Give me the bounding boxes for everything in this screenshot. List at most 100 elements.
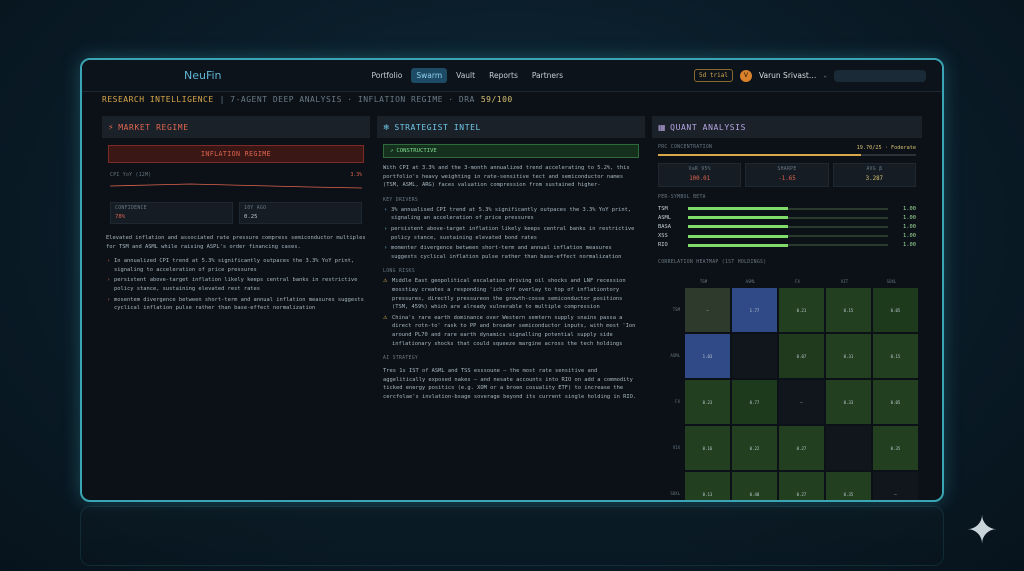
cpi-sparkline <box>110 183 362 189</box>
heatmap-cell[interactable]: 0.05 <box>872 287 919 333</box>
heatmap-cell[interactable]: 0.33 <box>825 379 872 425</box>
heatmap-cell[interactable]: 0.15 <box>872 333 919 379</box>
sparkle-icon: ✦ <box>966 508 998 552</box>
heatmap-row-header: VIX <box>672 445 680 450</box>
top-navbar: NeuFin Portfolio Swarm Vault Reports Par… <box>82 60 942 92</box>
beta-value: 1.00 <box>903 223 916 230</box>
heatmap-row-header: FX <box>675 399 680 404</box>
metric-value: -1.65 <box>778 176 796 182</box>
metric-label: AVG β <box>866 167 883 172</box>
heatmap-cell[interactable]: — <box>778 379 825 425</box>
strategist-header: ❄ STRATEGIST INTEL <box>377 116 645 138</box>
nav-links: Portfolio Swarm Vault Reports Partners <box>367 68 569 83</box>
heatmap-cell[interactable]: 0.35 <box>825 471 872 500</box>
heatmap-cell[interactable] <box>825 425 872 471</box>
strategist-intro: With CPI at 3.3% and the 3-month annuali… <box>383 165 630 189</box>
heatmap-cell[interactable] <box>731 333 778 379</box>
beta-track <box>688 207 888 211</box>
heatmap-cell[interactable]: 0.07 <box>778 333 825 379</box>
heatmap-col-header: FX <box>795 279 800 284</box>
nav-link-portfolio[interactable]: Portfolio <box>367 68 408 83</box>
beta-ticker: ASML <box>658 214 671 221</box>
heatmap-row-header: TSM <box>672 307 680 312</box>
nav-link-vault[interactable]: Vault <box>451 68 480 83</box>
risks-label: LONG RISKS <box>383 269 415 275</box>
beta-fill <box>688 225 788 229</box>
heatmap-cell[interactable]: 0.05 <box>872 379 919 425</box>
pfc-value: 19.70/25 · Foderate <box>856 145 916 151</box>
beta-ticker: RIO <box>658 242 668 249</box>
pfc-bar <box>658 154 916 156</box>
heatmap-cell[interactable]: 0.31 <box>825 333 872 379</box>
beta-value: 1.00 <box>903 205 916 212</box>
chevron-down-icon[interactable]: ⌄ <box>823 72 827 79</box>
market-summary: Elevated inflation and associated rate p… <box>106 235 366 250</box>
heatmap-cell[interactable]: 0.16 <box>684 425 731 471</box>
heatmap-cell[interactable]: — <box>684 287 731 333</box>
strategy-label: AI STRATEGY <box>383 356 419 362</box>
page-title-row: RESEARCH INTELLIGENCE | 7-AGENT DEEP ANA… <box>82 92 942 106</box>
list-item: China's rare earth dominance over Wester… <box>383 314 639 348</box>
beta-fill <box>688 234 788 238</box>
metric-value: 3.287 <box>865 176 884 182</box>
page-subtitle: | 7-AGENT DEEP ANALYSIS · INFLATION REGI… <box>219 95 475 104</box>
heatmap-cell[interactable]: — <box>872 471 919 500</box>
nav-link-swarm[interactable]: Swarm <box>411 68 448 83</box>
heatmap-cell[interactable]: 0.27 <box>778 425 825 471</box>
heatmap-cell[interactable]: 0.22 <box>731 425 778 471</box>
risks-list: Middle East geopolitical escalation driv… <box>383 277 639 348</box>
heatmap-cell[interactable]: 1.77 <box>731 287 778 333</box>
heatmap-cell[interactable]: 0.27 <box>778 471 825 500</box>
metric-label: SHARPE <box>777 167 797 172</box>
strategist-panel: ❄ STRATEGIST INTEL ↗ CONSTRUCTIVE With C… <box>377 116 645 500</box>
confidence-box: CONFIDENCE 78% <box>110 202 233 224</box>
window-reflection <box>80 506 944 566</box>
heatmap-row-header: ASML <box>670 353 680 358</box>
heatmap-cell[interactable]: 1.03 <box>684 333 731 379</box>
heatmap-cell[interactable]: 0.21 <box>778 287 825 333</box>
pfc-label: PRC CONCENTRATION <box>658 145 713 150</box>
heatmap-col-header: TSM <box>699 279 708 284</box>
beta-fill <box>688 243 788 247</box>
beta-row: ASML 1.00 <box>658 213 916 222</box>
beta-value: 1.00 <box>903 242 916 249</box>
confidence-value: 78% <box>115 214 126 220</box>
trial-badge[interactable]: 5d trial <box>694 69 733 82</box>
heatmap-cell[interactable]: 0.35 <box>872 425 919 471</box>
metric-var: VaR 95% 100.01 <box>658 163 742 187</box>
trend-up-icon: ↗ <box>390 148 394 154</box>
list-item: Middle East geopolitical escalation driv… <box>383 277 639 311</box>
beta-row: XSS 1.00 <box>658 232 916 241</box>
strategy-text: Tres 1s IST of ASML and TSS esssoune — t… <box>383 368 637 400</box>
nav-link-reports[interactable]: Reports <box>484 68 523 83</box>
regime-badge: INFLATION REGIME <box>108 145 364 163</box>
heatmap-col-header: SOXL <box>886 279 897 284</box>
heatmap-cell[interactable]: 0.15 <box>825 287 872 333</box>
heatmap-label: CORRELATION HEATMAP (1ST HOLDINGS) <box>658 259 767 265</box>
avatar[interactable]: V <box>739 69 752 82</box>
user-name[interactable]: Varun Srivast… <box>759 71 816 80</box>
heatmap-cell[interactable]: 0.13 <box>684 471 731 500</box>
strategy-icon: ❄ <box>383 122 391 132</box>
beta-fill <box>688 216 788 220</box>
beta-ticker: BASA <box>658 223 671 230</box>
list-item: persistent above-target inflation likely… <box>383 225 639 242</box>
quant-title: QUANT ANALYSIS <box>670 122 747 132</box>
strategist-title: STRATEGIST INTEL <box>394 122 481 132</box>
heatmap-cell[interactable]: 0.40 <box>731 471 778 500</box>
brand-logo[interactable]: NeuFin <box>184 69 222 82</box>
nav-link-partners[interactable]: Partners <box>527 68 568 83</box>
beta-track <box>688 243 888 247</box>
app-window: NeuFin Portfolio Swarm Vault Reports Par… <box>80 58 944 502</box>
metric-sharpe: SHARPE -1.65 <box>745 163 829 187</box>
beta-track <box>688 234 888 238</box>
market-bullets: In annualized CPI trend at 5.3% signific… <box>106 257 366 313</box>
beta-row: RIO 1.00 <box>658 241 916 250</box>
beta-rows: TSM 1.00 ASML 1.00 BASA 1.00 XSS 1.00 RIO 1.00 <box>658 204 916 250</box>
metric-label: VaR 95% <box>688 167 711 172</box>
list-item: 3% annualised CPI trend at 5.3% signific… <box>383 206 639 223</box>
heatmap-cell[interactable]: 0.77 <box>731 379 778 425</box>
heatmap-cell[interactable]: 0.23 <box>684 379 731 425</box>
beta-value: 1.00 <box>903 233 916 240</box>
quant-header: ▦ QUANT ANALYSIS <box>652 116 922 138</box>
